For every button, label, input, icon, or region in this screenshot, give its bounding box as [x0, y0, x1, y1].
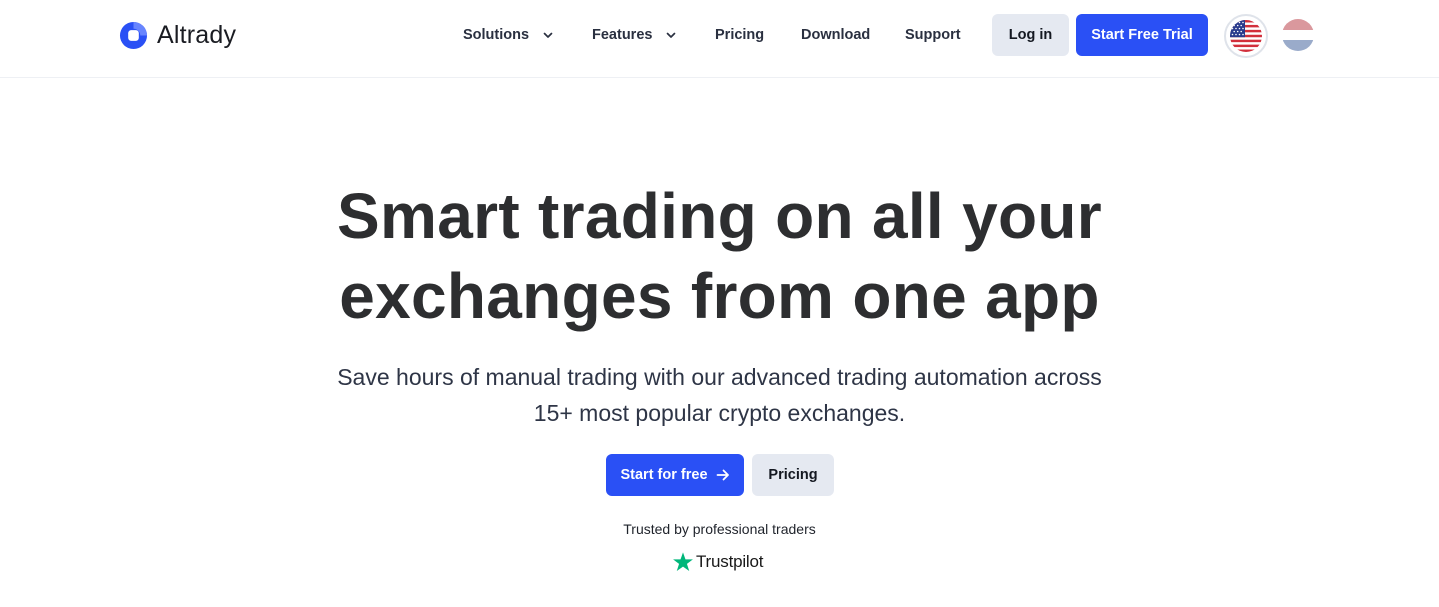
nav-pricing[interactable]: Pricing	[715, 26, 764, 44]
hero-subtitle: Save hours of manual trading with our ad…	[0, 359, 1439, 431]
hero-title-line: Smart trading on all your	[337, 180, 1102, 252]
hero-subtitle-line: 15+ most popular crypto exchanges.	[533, 400, 906, 426]
hero-title-line: exchanges from one app	[339, 260, 1100, 332]
start-free-trial-button[interactable]: Start Free Trial	[1076, 14, 1208, 56]
trustpilot-label: Trustpilot	[696, 552, 764, 571]
language-dutch[interactable]	[1282, 19, 1314, 51]
trustpilot-star-icon	[673, 552, 693, 571]
nav-solutions-label: Solutions	[463, 27, 530, 43]
hero-subtitle-line: Save hours of manual trading with our ad…	[337, 364, 1102, 390]
hero-title: Smart trading on all your exchanges from…	[0, 176, 1439, 336]
pricing-button[interactable]: Pricing	[752, 454, 834, 496]
us-flag-icon	[1230, 20, 1262, 52]
start-for-free-button[interactable]: Start for free	[606, 454, 744, 496]
start-for-free-label: Start for free	[620, 467, 708, 483]
trustpilot-badge[interactable]: Trustpilot	[672, 549, 763, 575]
nav-support[interactable]: Support	[905, 26, 961, 44]
nav-solutions[interactable]: Solutions	[463, 26, 554, 44]
trusted-by-text: Trusted by professional traders	[623, 521, 816, 537]
chevron-down-icon	[667, 32, 676, 38]
nav-download[interactable]: Download	[801, 26, 870, 44]
arrow-right-icon	[716, 469, 729, 481]
login-button[interactable]: Log in	[992, 14, 1069, 56]
nav-features-label: Features	[592, 27, 653, 43]
chevron-down-icon	[543, 32, 553, 38]
site-header: Altrady Solutions Features Pricing Downl…	[0, 0, 1439, 78]
nl-flag-icon	[1282, 19, 1314, 51]
nav-features[interactable]: Features	[592, 26, 677, 44]
language-english[interactable]	[1224, 14, 1268, 58]
